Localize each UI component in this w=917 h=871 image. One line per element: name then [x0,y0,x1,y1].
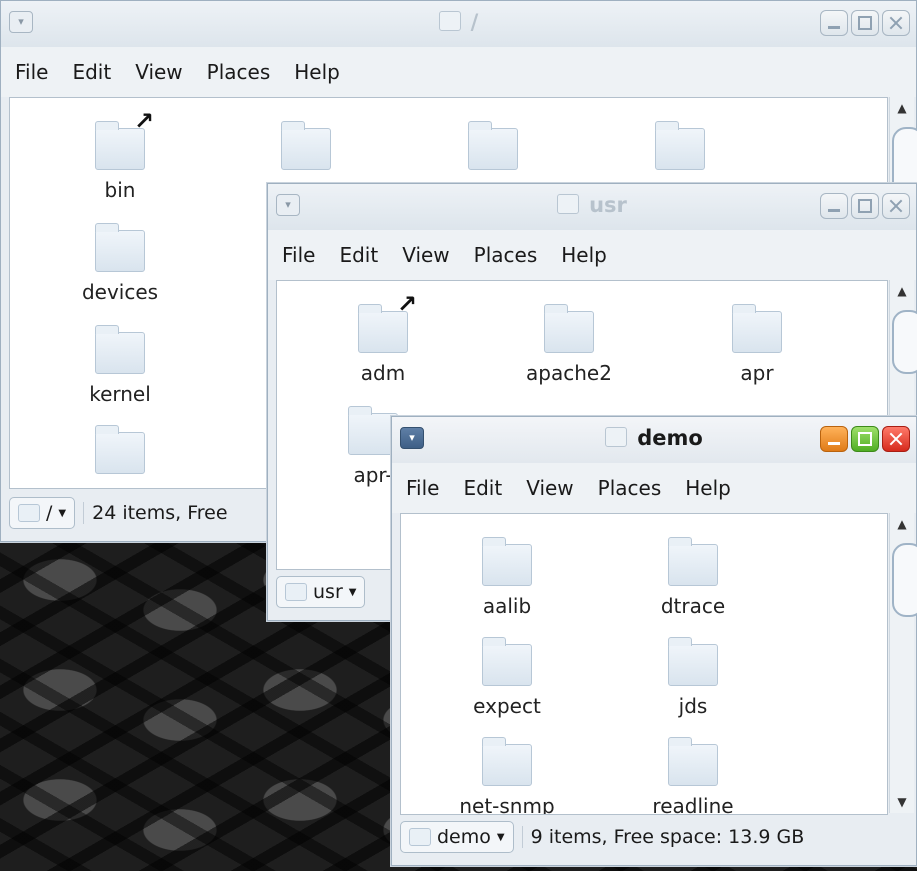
file-view: aalib dtrace expect jds net-snmp readlin… [400,513,888,815]
maximize-button[interactable] [851,193,879,219]
folder-item[interactable]: kernel [60,325,180,406]
folder-icon [655,121,705,170]
status-text: 24 items, Free [83,502,228,524]
folder-icon [438,11,461,31]
folder-icon [668,737,718,786]
menu-file[interactable]: File [15,60,48,84]
menu-help[interactable]: Help [561,243,607,267]
folder-icon [482,637,532,686]
folder-item[interactable]: devices [60,223,180,304]
folder-item[interactable]: ↗ bin [60,107,180,202]
folder-item[interactable] [433,121,553,178]
menu-view[interactable]: View [526,476,573,500]
folder-icon [482,737,532,786]
folder-item[interactable]: dtrace [633,537,753,618]
folder-icon [95,223,145,272]
folder-icon [544,304,594,353]
menubar: File Edit View Places Help [1,47,916,97]
folder-item[interactable] [620,121,740,178]
menu-edit[interactable]: Edit [339,243,378,267]
folder-icon [281,121,331,170]
folder-icon: ↗ [95,107,154,170]
folder-item[interactable]: readline [633,737,753,814]
menu-help[interactable]: Help [685,476,731,500]
titlebar: ▾ / [1,1,916,47]
menubar: File Edit View Places Help [268,230,916,280]
scroll-up-arrow-icon[interactable]: ▲ [890,517,914,531]
window-demo: ▾ demo File Edit View Places Help aalib … [391,416,917,866]
folder-icon: ↗ [358,290,417,353]
folder-item[interactable]: expect [447,637,567,718]
path-dropdown[interactable]: / ▼ [9,497,76,529]
folder-icon [482,537,532,586]
folder-icon [668,637,718,686]
menu-help[interactable]: Help [294,60,340,84]
statusbar: demo ▼ 9 items, Free space: 13.9 GB [400,819,908,855]
titlebar: ▾ usr [268,184,916,230]
folder-item[interactable]: ↗ adm [323,290,443,385]
menu-edit[interactable]: Edit [463,476,502,500]
folder-icon [409,828,431,846]
path-dropdown[interactable]: demo ▼ [400,821,514,853]
folder-icon [557,194,580,214]
scroll-thumb[interactable] [892,310,917,374]
folder-icon [95,425,145,474]
status-text: 9 items, Free space: 13.9 GB [521,826,804,848]
caret-down-icon: ▼ [496,831,505,843]
folder-icon [468,121,518,170]
caret-down-icon: ▼ [58,507,67,519]
menu-places[interactable]: Places [598,476,662,500]
folder-icon [732,304,782,353]
maximize-button[interactable] [851,10,879,36]
folder-icon [285,583,307,601]
menu-file[interactable]: File [406,476,439,500]
window-title: usr [268,193,916,217]
folder-item[interactable]: aalib [447,537,567,618]
folder-item[interactable]: apache2 [509,304,629,385]
minimize-button[interactable] [820,193,848,219]
minimize-button[interactable] [820,426,848,452]
vertical-scrollbar[interactable]: ▲ ▼ [889,513,917,813]
scroll-up-arrow-icon[interactable]: ▲ [890,101,914,115]
folder-item[interactable]: apr [697,304,817,385]
minimize-button[interactable] [820,10,848,36]
window-title: / [1,10,916,34]
menu-places[interactable]: Places [474,243,538,267]
scroll-down-arrow-icon[interactable]: ▼ [890,795,914,809]
close-button[interactable] [882,10,910,36]
folder-item[interactable]: net-snmp [447,737,567,814]
close-button[interactable] [882,193,910,219]
folder-icon [18,504,40,522]
menu-view[interactable]: View [135,60,182,84]
folder-item[interactable]: jds [633,637,753,718]
folder-icon [95,325,145,374]
maximize-button[interactable] [851,426,879,452]
menu-view[interactable]: View [402,243,449,267]
menu-places[interactable]: Places [207,60,271,84]
symlink-arrow-icon: ↗ [396,290,417,318]
menu-file[interactable]: File [282,243,315,267]
close-button[interactable] [882,426,910,452]
folder-item[interactable] [246,121,366,178]
scroll-up-arrow-icon[interactable]: ▲ [890,284,914,298]
folder-icon [605,427,628,447]
caret-down-icon: ▼ [348,586,357,598]
titlebar: ▾ demo [392,417,916,463]
path-dropdown[interactable]: usr ▼ [276,576,366,608]
folder-icon [668,537,718,586]
scroll-thumb[interactable] [892,543,917,617]
folder-item[interactable] [60,425,180,482]
menu-edit[interactable]: Edit [72,60,111,84]
symlink-arrow-icon: ↗ [133,107,154,135]
menubar: File Edit View Places Help [392,463,916,513]
